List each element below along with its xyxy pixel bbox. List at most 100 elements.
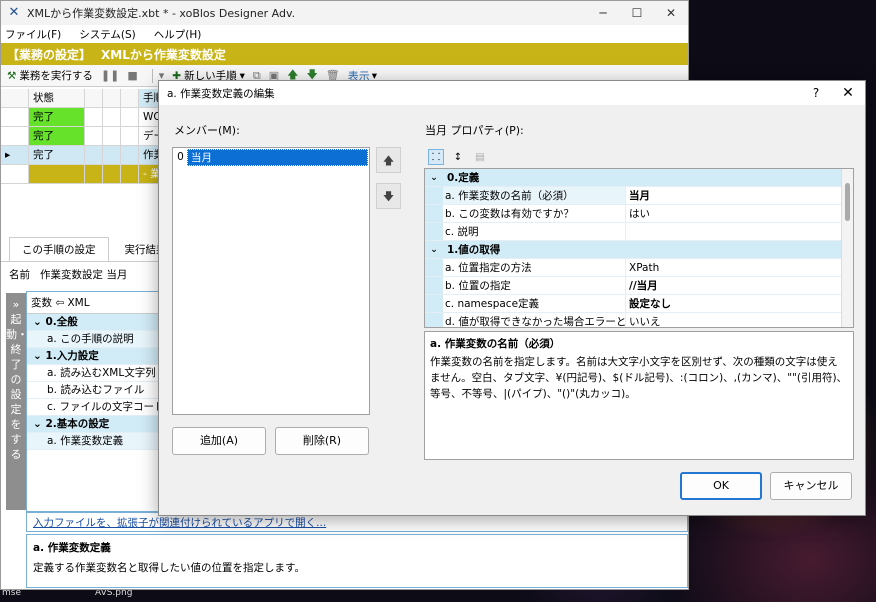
name-value[interactable]: 作業変数設定 当月	[40, 267, 127, 282]
property-category[interactable]: ⌄ 0.定義	[425, 169, 853, 187]
grid-cell	[29, 165, 85, 183]
name-label: 名前	[9, 269, 30, 281]
banner-title: XMLから作業変数設定	[101, 47, 226, 62]
status-badge: 完了	[29, 108, 85, 126]
property-value[interactable]: いいえ	[626, 313, 853, 327]
run-task-button[interactable]: ⚒ 業務を実行する	[7, 68, 93, 83]
category-label: 1.値の取得	[447, 244, 501, 256]
property-row-part	[425, 295, 443, 312]
property-pages-icon[interactable]: ▤	[472, 149, 488, 165]
category-label: 2.基本の設定	[45, 418, 110, 430]
property-row-part	[425, 187, 443, 204]
property-row[interactable]: a. 作業変数の名前（必須） 当月	[425, 187, 853, 205]
run-task-label: 業務を実行する	[19, 70, 93, 82]
property-category[interactable]: ⌄ 1.値の取得	[425, 241, 853, 259]
grid-cell	[85, 108, 103, 126]
grid-cell	[103, 165, 121, 183]
property-value[interactable]: XPath	[626, 259, 853, 276]
dialog-title-bar: a. 作業変数定義の編集 ? ✕	[159, 81, 865, 105]
grid-cell	[121, 108, 139, 126]
task-banner: 【業務の設定】 XMLから作業変数設定	[1, 43, 688, 65]
tab-step-settings[interactable]: この手順の設定	[9, 237, 109, 261]
menu-bar: ファイル(F) システム(S) ヘルプ(H)	[1, 25, 688, 43]
grid-cell	[121, 127, 139, 145]
member-property-grid: ⌄ 0.定義 a. 作業変数の名前（必須） 当月 b. この変数は有効ですか？ …	[424, 168, 854, 328]
cancel-button[interactable]: キャンセル	[770, 472, 852, 500]
row-selector	[1, 165, 29, 183]
step-name-row: 名前 作業変数設定 当月	[9, 267, 127, 282]
help-button[interactable]: ?	[801, 86, 831, 100]
property-key: a. 位置指定の方法	[443, 259, 626, 276]
menu-file[interactable]: ファイル(F)	[5, 27, 61, 42]
status-badge: 完了	[29, 146, 85, 164]
property-key: b. この変数は有効ですか？	[443, 205, 626, 222]
property-row-part	[425, 205, 443, 222]
property-value[interactable]	[626, 223, 853, 240]
description-text: 定義する作業変数名と取得したい値の位置を指定します。	[33, 562, 305, 574]
variable-definition-dialog: a. 作業変数定義の編集 ? ✕ メンバー(M): 0 当月 🡅 🡇 追加(A)…	[158, 80, 866, 516]
scrollbar-thumb[interactable]	[845, 183, 850, 221]
banner-section: 【業務の設定】	[7, 47, 92, 62]
property-key: a. 作業変数の名前（必須）	[443, 187, 626, 204]
list-item[interactable]: 0 当月	[174, 149, 368, 166]
members-label: メンバー(M):	[174, 124, 240, 137]
property-row[interactable]: c. 説明	[425, 223, 853, 241]
description-title: a. 作業変数の名前（必須）	[430, 338, 561, 350]
property-value[interactable]: //当月	[626, 277, 853, 294]
property-row[interactable]: b. この変数は有効ですか？ はい	[425, 205, 853, 223]
minimize-button[interactable]: ─	[586, 6, 620, 20]
property-row[interactable]: c. namespace定義 設定なし	[425, 295, 853, 313]
app-logo-icon: ✕	[8, 5, 20, 20]
category-label: 0.全般	[45, 316, 78, 328]
close-button[interactable]: ✕	[654, 6, 688, 20]
property-key: b. 位置の指定	[443, 277, 626, 294]
property-row-part	[425, 259, 443, 276]
categorized-view-icon[interactable]: ⸬	[428, 149, 444, 165]
sort-alpha-icon[interactable]: ↕	[450, 149, 466, 165]
grid-cell	[121, 165, 139, 183]
pause-icon[interactable]: ❚❚	[101, 69, 119, 82]
property-value[interactable]: はい	[626, 205, 853, 222]
property-row-part	[425, 223, 443, 240]
stop-icon[interactable]: ■	[127, 69, 137, 82]
grid-header-status: 状態	[29, 89, 85, 107]
grid-header-cell	[85, 89, 103, 107]
description-text: 作業変数の名前を指定します。名前は大文字小文字を区別せず、次の種類の文字は使えま…	[430, 356, 848, 400]
property-row-part	[425, 277, 443, 294]
grid-header-cell	[121, 89, 139, 107]
grid-cell	[85, 146, 103, 164]
run-icon: ⚒	[7, 69, 17, 82]
start-end-settings-button[interactable]: » 起動・終了の設定をする	[6, 293, 28, 510]
property-value[interactable]: 設定なし	[626, 295, 853, 312]
row-pointer-icon: ▸	[1, 146, 29, 164]
grid-cell	[85, 127, 103, 145]
grid-cell	[103, 108, 121, 126]
ok-button[interactable]: OK	[680, 472, 762, 500]
member-name: 当月	[187, 149, 368, 166]
member-list[interactable]: 0 当月	[172, 147, 370, 415]
dialog-close-button[interactable]: ✕	[831, 85, 865, 101]
grid-cell	[85, 165, 103, 183]
grid-cell	[103, 127, 121, 145]
row-selector	[1, 127, 29, 145]
property-grid-toolbar: ⸬ ↕ ▤	[424, 147, 852, 167]
move-up-button[interactable]: 🡅	[376, 147, 401, 173]
property-row[interactable]: d. 値が取得できなかった場合エラーと いいえ	[425, 313, 853, 327]
grid-cell	[103, 146, 121, 164]
add-button[interactable]: 追加(A)	[172, 427, 266, 455]
move-down-button[interactable]: 🡇	[376, 183, 401, 209]
property-row[interactable]: a. 位置指定の方法 XPath	[425, 259, 853, 277]
row-selector	[1, 108, 29, 126]
property-key: d. 値が取得できなかった場合エラーと	[443, 313, 626, 327]
delete-button[interactable]: 削除(R)	[275, 427, 369, 455]
dialog-title: a. 作業変数定義の編集	[167, 87, 275, 100]
property-row[interactable]: b. 位置の指定 //当月	[425, 277, 853, 295]
grid-cell	[121, 146, 139, 164]
category-label: 1.入力設定	[45, 350, 99, 362]
menu-help[interactable]: ヘルプ(H)	[154, 27, 202, 42]
menu-system[interactable]: システム(S)	[79, 27, 136, 42]
property-value[interactable]: 当月	[626, 187, 853, 204]
property-key: c. 説明	[443, 223, 626, 240]
title-bar: ✕ XMLから作業変数設定.xbt * - xoBlos Designer Ad…	[1, 1, 688, 25]
maximize-button[interactable]: ☐	[620, 6, 654, 20]
